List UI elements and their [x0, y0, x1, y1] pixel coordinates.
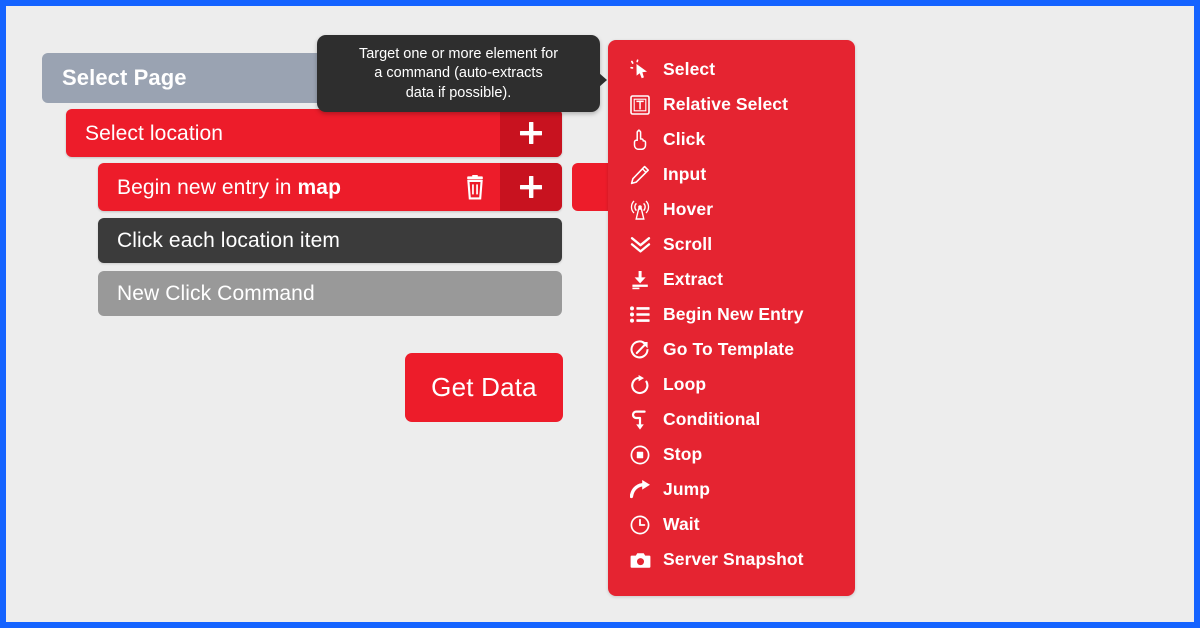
command-item-label: Go To Template — [663, 339, 795, 359]
command-item-click[interactable]: Click — [608, 122, 855, 157]
broadcast-tower-icon — [630, 199, 654, 221]
command-item-label: Begin New Entry — [663, 304, 804, 324]
command-item-label: Extract — [663, 269, 724, 289]
command-item-extract[interactable]: Extract — [608, 262, 855, 297]
command-item-label: Select — [663, 59, 716, 79]
add-command-button[interactable] — [500, 163, 562, 211]
command-item-label: Wait — [663, 514, 700, 534]
camera-icon — [630, 549, 654, 571]
stop-circle-icon — [630, 444, 654, 466]
command-item-begin-new-entry[interactable]: Begin New Entry — [608, 297, 855, 332]
workflow-row-label: Select Page — [62, 65, 187, 90]
tooltip: Target one or more element for a command… — [317, 35, 607, 112]
arrow-circle-out-icon — [630, 339, 654, 361]
command-item-label: Loop — [663, 374, 707, 394]
download-tray-icon — [630, 269, 654, 291]
command-item-select[interactable]: Select — [608, 52, 855, 87]
pencil-icon — [630, 164, 654, 186]
workflow-row-select-page[interactable]: Select Page — [42, 53, 338, 103]
command-item-conditional[interactable]: Conditional — [608, 402, 855, 437]
workflow-row-select-location[interactable]: Select location — [66, 109, 562, 157]
app-canvas: Select Page Select location Begin new en… — [6, 6, 1194, 622]
pointing-hand-icon — [630, 129, 654, 151]
command-item-wait[interactable]: Wait — [608, 507, 855, 542]
branch-arrow-icon — [630, 409, 654, 431]
refresh-loop-icon — [630, 374, 654, 396]
command-item-label: Input — [663, 164, 707, 184]
tooltip-line-3: data if possible). — [405, 84, 512, 101]
tooltip-arrow — [599, 73, 607, 87]
workflow-row-label-strong: map — [297, 175, 341, 199]
workflow-row-label: Begin new entry in map — [117, 175, 341, 199]
command-item-input[interactable]: Input — [608, 157, 855, 192]
tooltip-line-1: Target one or more element for — [358, 46, 559, 62]
workflow-row-label: New Click Command — [117, 282, 315, 305]
command-item-label: Jump — [663, 479, 711, 499]
command-item-label: Server Snapshot — [663, 549, 804, 569]
arrow-curve-right-icon — [630, 479, 654, 501]
trash-icon[interactable] — [458, 163, 492, 211]
workflow-row-label: Select location — [85, 121, 224, 145]
clock-icon — [630, 514, 654, 536]
command-item-stop[interactable]: Stop — [608, 437, 855, 472]
command-item-label: Relative Select — [663, 94, 789, 114]
get-data-button[interactable]: Get Data — [405, 353, 563, 422]
command-item-loop[interactable]: Loop — [608, 367, 855, 402]
frame-select-icon — [630, 94, 654, 116]
command-item-label: Stop — [663, 444, 703, 464]
command-item-label: Scroll — [663, 234, 713, 254]
command-item-scroll[interactable]: Scroll — [608, 227, 855, 262]
workflow-row-begin-new-entry[interactable]: Begin new entry in map — [98, 163, 562, 211]
command-item-hover[interactable]: Hover — [608, 192, 855, 227]
workflow-row-label: Click each location item — [117, 229, 340, 252]
add-command-button[interactable] — [500, 109, 562, 157]
workflow-row-click-each-item[interactable]: Click each location item — [98, 218, 562, 263]
workflow-row-new-click-command[interactable]: New Click Command — [98, 271, 562, 316]
command-item-jump[interactable]: Jump — [608, 472, 855, 507]
tooltip-line-2: a command (auto-extracts — [374, 65, 543, 82]
command-item-server-snapshot[interactable]: Server Snapshot — [608, 542, 855, 577]
cursor-sparkle-icon — [630, 59, 654, 81]
command-menu: Select Relative Select Click Input Hover… — [608, 40, 855, 596]
command-item-label: Click — [663, 129, 706, 149]
command-item-label: Conditional — [663, 409, 761, 429]
command-item-go-to-template[interactable]: Go To Template — [608, 332, 855, 367]
list-icon — [630, 304, 654, 326]
command-item-label: Hover — [663, 199, 714, 219]
double-chevron-down-icon — [630, 234, 654, 256]
command-item-relative-select[interactable]: Relative Select — [608, 87, 855, 122]
